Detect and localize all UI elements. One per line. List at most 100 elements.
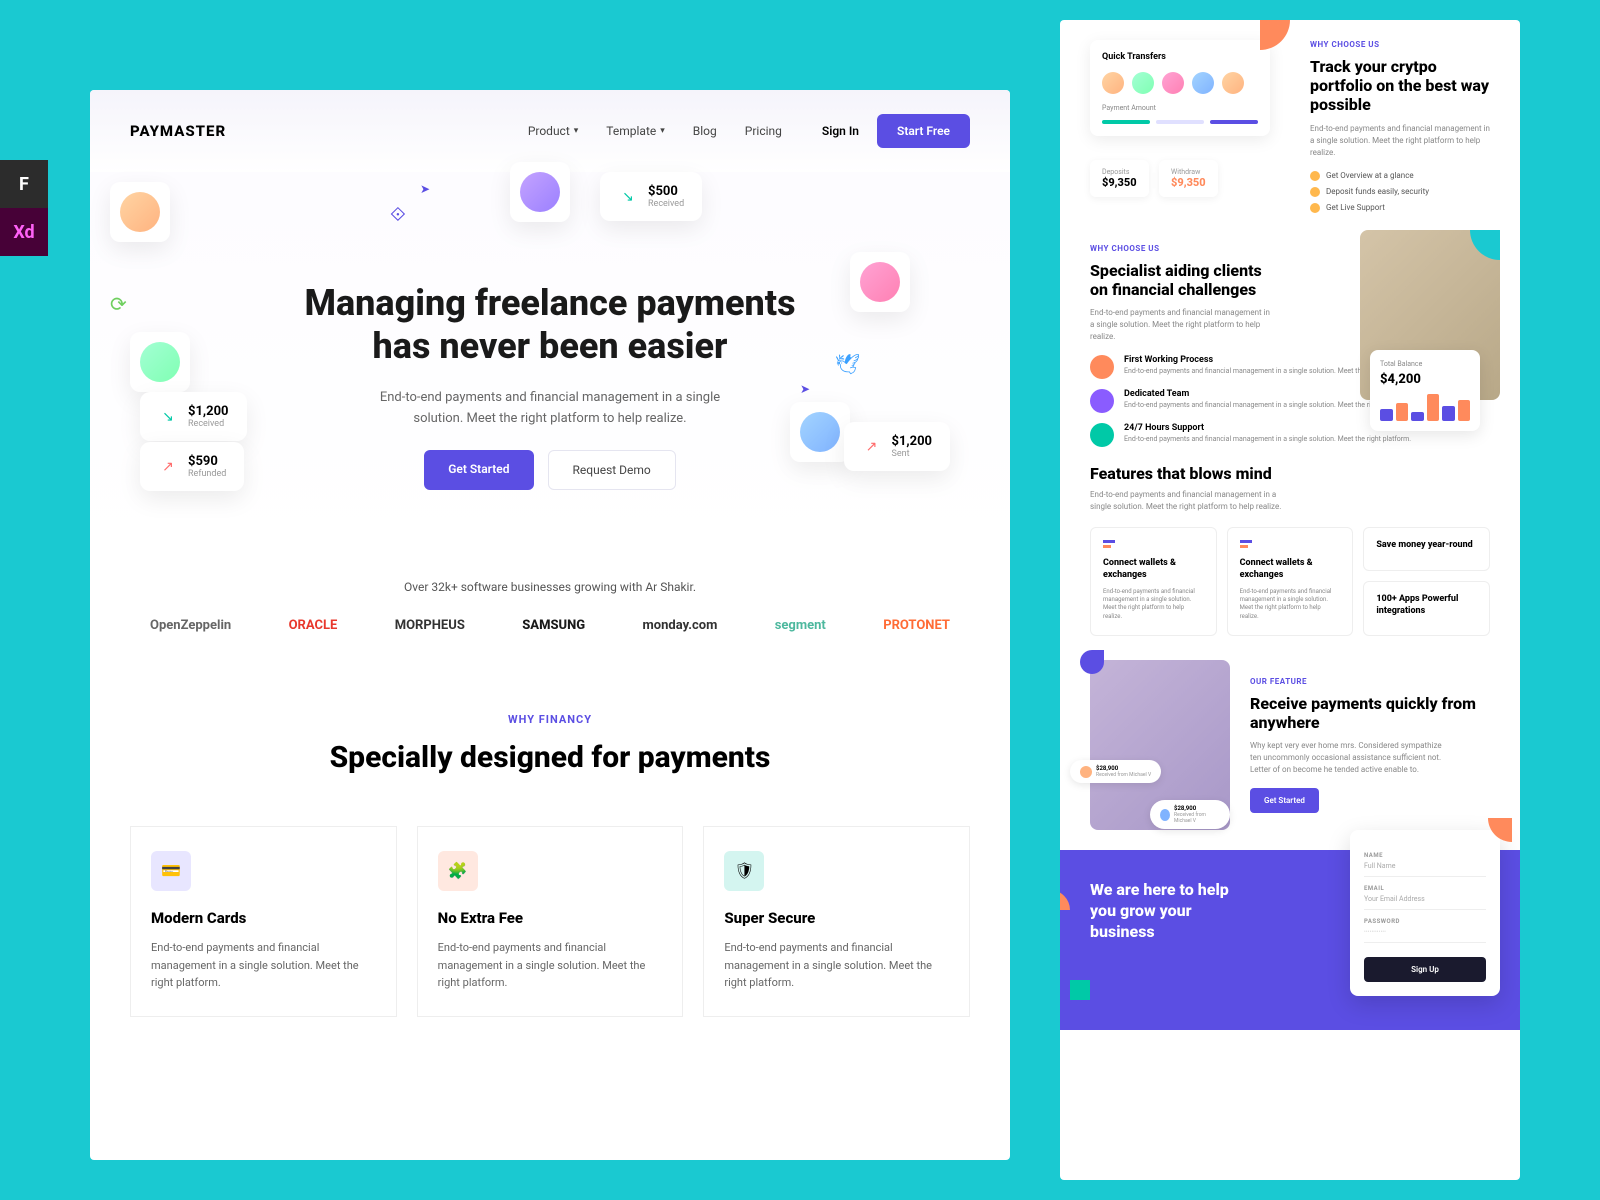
arrow-down-icon: ↘ <box>158 407 178 427</box>
card-modern: 💳 Modern Cards End-to-end payments and f… <box>130 826 397 1017</box>
card-desc: End-to-end payments and financial manage… <box>724 939 949 992</box>
why-section: WHY FINANCY Specially designed for payme… <box>90 663 1010 796</box>
feature-icon <box>1090 355 1114 379</box>
card-desc: End-to-end payments and financial manage… <box>151 939 376 992</box>
eyebrow: WHY CHOOSE US <box>1310 40 1490 49</box>
section-heading: Specialist aiding clients on financial c… <box>1090 261 1270 299</box>
bullet: Get Live Support <box>1310 203 1490 213</box>
logo-morpheus: MORPHEUS <box>395 618 465 633</box>
signup-button[interactable]: Sign Up <box>1364 957 1486 982</box>
tool-badges: F Xd <box>0 160 48 256</box>
request-demo-button[interactable]: Request Demo <box>548 450 676 490</box>
card-desc: End-to-end payments and financial manage… <box>438 939 663 992</box>
trust-section: Over 32k+ software businesses growing wi… <box>90 550 1010 663</box>
avatar-icon <box>860 262 900 302</box>
avatar-icon <box>120 192 160 232</box>
signup-section: We are here to help you grow your busine… <box>1060 850 1520 1030</box>
eyebrow: WHY FINANCY <box>130 713 970 726</box>
logo[interactable]: PAYMASTER <box>130 122 226 140</box>
avatar-card <box>790 402 850 462</box>
field-label: EMAIL <box>1364 885 1486 892</box>
section-heading: Track your crytpo portfolio on the best … <box>1310 57 1490 115</box>
xd-badge: Xd <box>0 208 48 256</box>
payment-pill: $28,900Received from Michael V <box>1150 800 1230 829</box>
avatar-card <box>110 182 170 242</box>
avatar-icon <box>140 342 180 382</box>
field-label: NAME <box>1364 852 1486 859</box>
email-input[interactable]: Your Email Address <box>1364 895 1486 910</box>
sign-in-link[interactable]: Sign In <box>822 124 859 138</box>
corner-decor <box>1080 650 1104 674</box>
hero-section: ↘ $500Received ↘ $1,200Received ↗ $590Re… <box>90 172 1010 550</box>
logo-oracle: ORACLE <box>289 618 338 633</box>
corner-decor <box>1470 230 1500 260</box>
feature-icon <box>1090 389 1114 413</box>
features-section: Features that blows mind End-to-end paym… <box>1060 440 1520 640</box>
card-title: No Extra Fee <box>438 909 663 927</box>
card-icon: 🧩 <box>438 851 478 891</box>
stat-deposits: Deposits$9,350 <box>1090 160 1149 197</box>
get-started-button[interactable]: Get Started <box>1250 788 1319 813</box>
section-heading: Receive payments quickly from anywhere <box>1250 694 1490 732</box>
nav-template[interactable]: Template▾ <box>606 124 664 138</box>
field-label: PASSWORD <box>1364 918 1486 925</box>
avatar-card <box>850 252 910 312</box>
feature-cards: 💳 Modern Cards End-to-end payments and f… <box>90 796 1010 1047</box>
avatar-icon <box>800 412 840 452</box>
quick-transfers-card: Quick Transfers Payment Amount <box>1090 40 1270 136</box>
section-heading: We are here to help you grow your busine… <box>1090 880 1250 942</box>
hero-sub: End-to-end payments and financial manage… <box>360 388 740 430</box>
nav-blog[interactable]: Blog <box>693 124 717 138</box>
feature-box: Connect wallets & exchangesEnd-to-end pa… <box>1227 527 1354 636</box>
payment-ticket: ↘ $1,200Received <box>140 392 247 441</box>
figma-badge: F <box>0 160 48 208</box>
signup-form: NAME Full Name EMAIL Your Email Address … <box>1350 830 1500 996</box>
logo-row: OpenZeppelin ORACLE MORPHEUS SAMSUNG mon… <box>130 618 970 633</box>
send-icon: ➤ <box>420 182 430 196</box>
feature-box: 100+ Apps Powerful integrations <box>1363 581 1490 636</box>
avatar-icon <box>520 172 560 212</box>
side-preview: Quick Transfers Payment Amount Deposits$… <box>1060 20 1520 1180</box>
track-section: Quick Transfers Payment Amount Deposits$… <box>1060 20 1520 220</box>
corner-decor <box>1488 818 1512 842</box>
logo-monday: monday.com <box>643 618 718 633</box>
nav-product[interactable]: Product▾ <box>528 124 578 138</box>
get-started-button[interactable]: Get Started <box>424 450 533 490</box>
stat-withdraw: Withdraw$9,350 <box>1159 160 1218 197</box>
section-sub: End-to-end payments and financial manage… <box>1310 123 1490 159</box>
nav-pricing[interactable]: Pricing <box>745 124 782 138</box>
bullet: Get Overview at a glance <box>1310 171 1490 181</box>
logo-samsung: SAMSUNG <box>522 618 585 633</box>
payment-pill: $28,900Received from Michael V <box>1070 760 1161 783</box>
section-sub: Why kept very ever home mrs. Considered … <box>1250 740 1450 776</box>
arrow-up-icon: ↗ <box>862 437 882 457</box>
mini-bars <box>1380 391 1470 421</box>
section-sub: End-to-end payments and financial manage… <box>1090 489 1290 513</box>
trust-text: Over 32k+ software businesses growing wi… <box>130 580 970 594</box>
section-sub: End-to-end payments and financial manage… <box>1090 307 1270 343</box>
card-nofee: 🧩 No Extra Fee End-to-end payments and f… <box>417 826 684 1017</box>
corner-decor <box>1060 890 1070 910</box>
password-input[interactable]: ············ <box>1364 928 1486 943</box>
bird-icon: 🕊 <box>835 352 860 376</box>
corner-decor <box>1260 20 1290 50</box>
card-icon: 💳 <box>151 851 191 891</box>
why-heading: Specially designed for payments <box>130 740 970 776</box>
balance-card: Total Balance$4,200 <box>1370 350 1480 431</box>
send-icon: ➤ <box>800 382 810 396</box>
arrow-down-icon: ↘ <box>618 187 638 207</box>
eyebrow: OUR FEATURE <box>1250 677 1490 686</box>
feature-box: Save money year-round <box>1363 527 1490 571</box>
logo-protonet: PROTONET <box>883 618 950 633</box>
chevron-down-icon: ▾ <box>574 126 579 136</box>
section-heading: Features that blows mind <box>1090 464 1490 483</box>
card-title: Super Secure <box>724 909 949 927</box>
navbar: PAYMASTER Product▾ Template▾ Blog Pricin… <box>90 90 1010 172</box>
payment-ticket: ↗ $590Refunded <box>140 442 244 491</box>
card-icon: 🛡 <box>724 851 764 891</box>
logo-openzeppelin: OpenZeppelin <box>150 618 231 633</box>
start-free-button[interactable]: Start Free <box>877 114 970 148</box>
name-input[interactable]: Full Name <box>1364 862 1486 877</box>
nav-links: Product▾ Template▾ Blog Pricing <box>528 124 782 138</box>
feature-box: Connect wallets & exchangesEnd-to-end pa… <box>1090 527 1217 636</box>
